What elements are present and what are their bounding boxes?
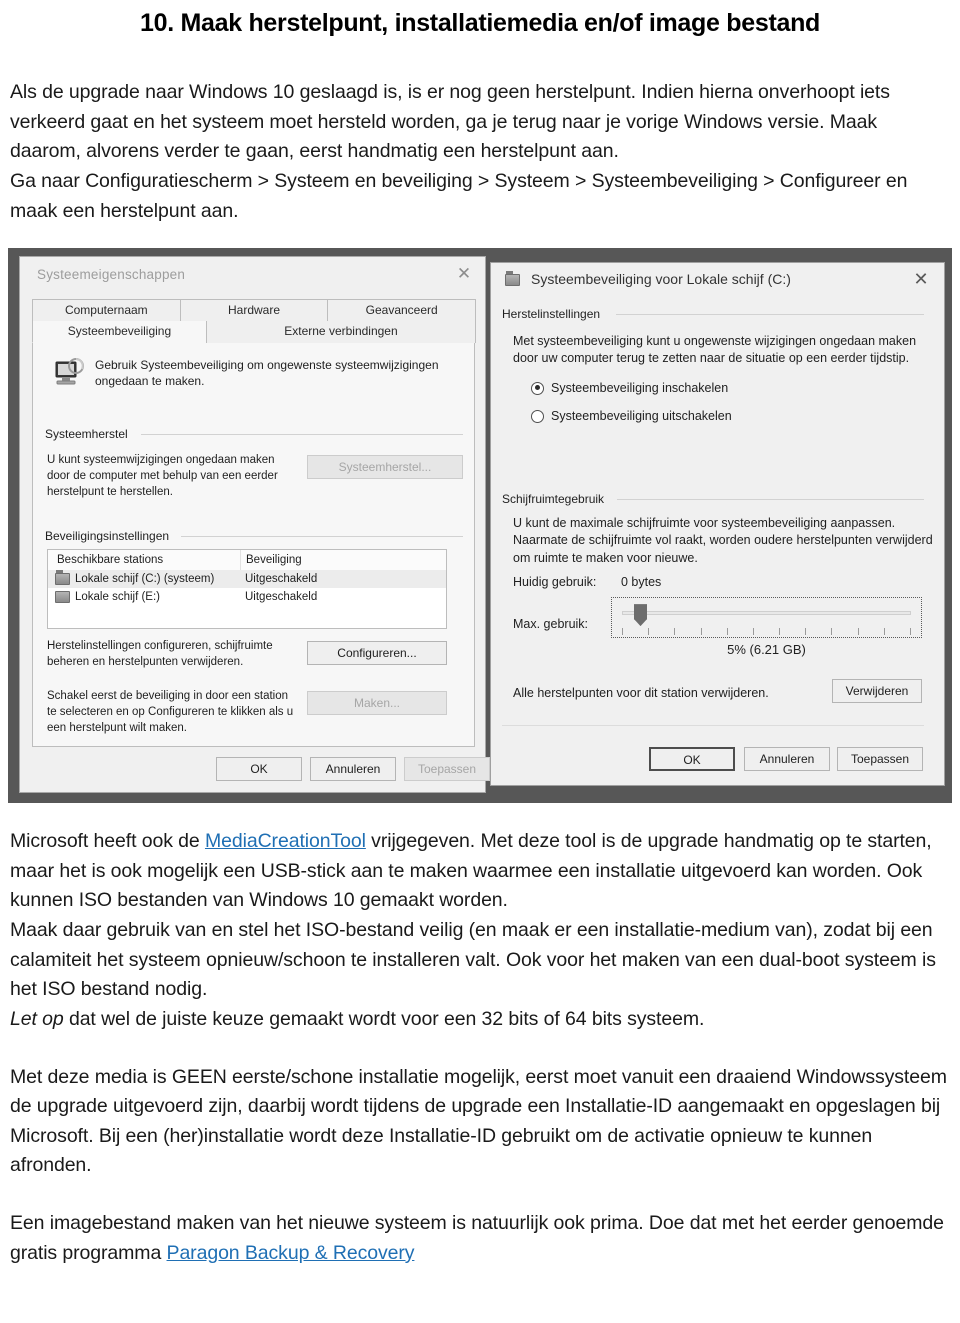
slider-ticks xyxy=(622,628,911,636)
page-title: 10. Maak herstelpunt, installatiemedia e… xyxy=(139,9,821,37)
intro-paragraph: Als de upgrade naar Windows 10 geslaagd … xyxy=(10,81,890,163)
image-text-1: Een imagebestand maken van het nieuwe sy… xyxy=(10,1212,944,1264)
paragon-backup-recovery-link[interactable]: Paragon Backup & Recovery xyxy=(167,1242,415,1264)
max-usage-slider[interactable] xyxy=(611,597,922,639)
herstelinstellingen-description: Met systeembeveiliging kunt u ongewenste… xyxy=(513,333,923,368)
slider-value-label: 5% (6.21 GB) xyxy=(727,642,806,658)
row-drive-cell: Lokale schijf (E:) xyxy=(48,588,240,606)
group-rule-herstelinstellingen xyxy=(616,314,924,316)
annuleren-button[interactable]: Annuleren xyxy=(744,747,830,772)
ok-button[interactable]: OK xyxy=(649,747,735,772)
radio-on-icon[interactable] xyxy=(531,381,544,395)
delete-restore-points-text: Alle herstelpunten voor dit station verw… xyxy=(513,685,813,703)
note-rest: dat wel de juiste keuze gemaakt wordt vo… xyxy=(63,1007,705,1030)
right-dialog-titlebar: Systeembeveiliging voor Lokale schijf (C… xyxy=(491,263,944,298)
paragraph-media: Met deze media is GEEN eerste/schone ins… xyxy=(10,1065,947,1177)
system-properties-dialog[interactable]: Systeemeigenschappen ✕ Computernaam Hard… xyxy=(19,256,490,794)
drive-icon xyxy=(55,591,70,604)
schijfruimte-description: U kunt de maximale schijfruimte voor sys… xyxy=(513,515,933,567)
table-row[interactable]: Lokale schijf (E:) Uitgeschakeld xyxy=(48,588,446,606)
mct-text-1: Microsoft heeft ook de xyxy=(10,830,205,853)
left-dialog-title: Systeemeigenschappen xyxy=(37,267,186,283)
group-label-herstelinstellingen: Herstelinstellingen xyxy=(502,307,608,322)
tab-computernaam[interactable]: Computernaam xyxy=(32,299,181,322)
right-dialog-title: Systeembeveiliging voor Lokale schijf (C… xyxy=(531,271,791,288)
row-status-cell: Uitgeschakeld xyxy=(245,591,318,604)
media-block: Met deze media is GEEN eerste/schone ins… xyxy=(10,1063,950,1182)
toepassen-button[interactable]: Toepassen xyxy=(837,747,923,772)
huidig-gebruik-label: Huidig gebruik: xyxy=(513,575,597,590)
configureren-description: Herstelinstellingen configureren, schijf… xyxy=(47,640,273,668)
mediacreationtool-block: Microsoft heeft ook de MediaCreationTool… xyxy=(10,827,950,1034)
drive-label: Lokale schijf (C:) (systeem) xyxy=(75,573,215,586)
ok-button[interactable]: OK xyxy=(216,757,302,782)
column-header-beveiliging: Beveiliging xyxy=(240,550,446,571)
close-icon[interactable]: ✕ xyxy=(451,263,477,285)
listbox-header: Beschikbare stations Beveiliging xyxy=(48,550,446,571)
tab-row-2: Systeembeveiliging Externe verbindingen xyxy=(32,321,476,344)
pane-header-text: Gebruik Systeembeveiliging om ongewenste… xyxy=(95,358,439,389)
maken-description: Schakel eerst de beveiliging in door een… xyxy=(47,690,294,734)
group-label-schijfruimtegebruik: Schijfruimtegebruik xyxy=(502,492,612,507)
paragraph-imagebestand: Een imagebestand maken van het nieuwe sy… xyxy=(10,1209,950,1268)
close-icon[interactable]: ✕ xyxy=(908,269,934,291)
tab-systeembeveiliging[interactable]: Systeembeveiliging xyxy=(32,321,207,344)
imagebestand-block: Een imagebestand maken van het nieuwe sy… xyxy=(10,1209,950,1268)
verwijderen-button[interactable]: Verwijderen xyxy=(832,679,922,704)
group-label-systeemherstel: Systeemherstel xyxy=(45,427,135,442)
note-emphasis: Let op xyxy=(10,1007,64,1030)
document-body: 10. Maak herstelpunt, installatiemedia e… xyxy=(0,8,960,226)
radio-off-icon[interactable] xyxy=(531,409,544,423)
screenshot-backdrop: Systeemeigenschappen ✕ Computernaam Hard… xyxy=(8,248,952,804)
paragraph-mediacreationtool: Microsoft heeft ook de MediaCreationTool… xyxy=(10,827,950,916)
tab-geavanceerd[interactable]: Geavanceerd xyxy=(327,299,477,322)
group-rule-beveiligingsinstellingen xyxy=(181,536,463,538)
paragraph-iso: Maak daar gebruik van en stel het ISO-be… xyxy=(10,919,936,1001)
slider-thumb[interactable] xyxy=(634,604,647,627)
toepassen-button[interactable]: Toepassen xyxy=(404,757,490,782)
column-header-beschikbare-stations: Beschikbare stations xyxy=(57,554,164,567)
radio-enable-protection[interactable]: Systeembeveiliging inschakelen xyxy=(531,381,728,395)
table-row[interactable]: Lokale schijf (C:) (systeem) Uitgeschake… xyxy=(48,570,446,589)
radio-enable-label: Systeembeveiliging inschakelen xyxy=(551,381,729,396)
radio-disable-label: Systeembeveiliging uitschakelen xyxy=(551,409,732,424)
drives-listbox[interactable]: Beschikbare stations Beveiliging Lokale … xyxy=(47,549,447,630)
systeemherstel-button[interactable]: Systeemherstel... xyxy=(307,455,463,480)
left-dialog-tabstrip[interactable]: Computernaam Hardware Geavanceerd Systee… xyxy=(32,299,477,344)
drive-label: Lokale schijf (E:) xyxy=(75,591,161,604)
tab-row-1: Computernaam Hardware Geavanceerd xyxy=(32,299,477,322)
left-dialog-titlebar: Systeemeigenschappen ✕ xyxy=(20,257,485,296)
tab-hardware[interactable]: Hardware xyxy=(179,299,329,322)
document-body-lower: Microsoft heeft ook de MediaCreationTool… xyxy=(0,803,960,1268)
configureren-button[interactable]: Configureren... xyxy=(307,641,447,666)
windows-dialogs-screenshot: Systeemeigenschappen ✕ Computernaam Hard… xyxy=(8,248,952,804)
system-protection-for-c-dialog[interactable]: Systeembeveiliging voor Lokale schijf (C… xyxy=(490,262,945,787)
systeemherstel-description: U kunt systeemwijzigingen ongedaan maken… xyxy=(47,454,278,498)
group-label-beveiligingsinstellingen: Beveiligingsinstellingen xyxy=(45,529,177,544)
drive-icon xyxy=(505,271,520,289)
right-dialog-pane: Herstelinstellingen Met systeembeveiligi… xyxy=(491,297,944,786)
systeembeveiliging-tab-pane: Gebruik Systeembeveiliging om ongewenste… xyxy=(32,343,475,748)
mediacreationtool-link[interactable]: MediaCreationTool xyxy=(205,830,366,852)
max-gebruik-label: Max. gebruik: xyxy=(513,617,589,632)
tab-externe-verbindingen[interactable]: Externe verbindingen xyxy=(205,321,476,344)
row-status-cell: Uitgeschakeld xyxy=(245,573,318,586)
system-protection-icon xyxy=(51,357,87,389)
path-paragraph: Ga naar Configuratiescherm > Systeem en … xyxy=(10,169,908,222)
maken-button[interactable]: Maken... xyxy=(307,691,447,716)
group-rule-schijfruimtegebruik xyxy=(617,499,924,501)
drive-icon xyxy=(55,570,70,586)
row-drive-cell: Lokale schijf (C:) (systeem) xyxy=(48,570,240,588)
annuleren-button[interactable]: Annuleren xyxy=(310,757,396,782)
footer-separator xyxy=(502,725,924,727)
paragraph-note: Let op dat wel de juiste keuze gemaakt w… xyxy=(10,1005,950,1035)
slider-track[interactable] xyxy=(622,611,911,616)
intro-text-block: Als de upgrade naar Windows 10 geslaagd … xyxy=(10,78,950,226)
group-rule-systeemherstel xyxy=(141,434,463,436)
huidig-gebruik-value: 0 bytes xyxy=(621,575,662,590)
radio-disable-protection[interactable]: Systeembeveiliging uitschakelen xyxy=(531,409,732,423)
